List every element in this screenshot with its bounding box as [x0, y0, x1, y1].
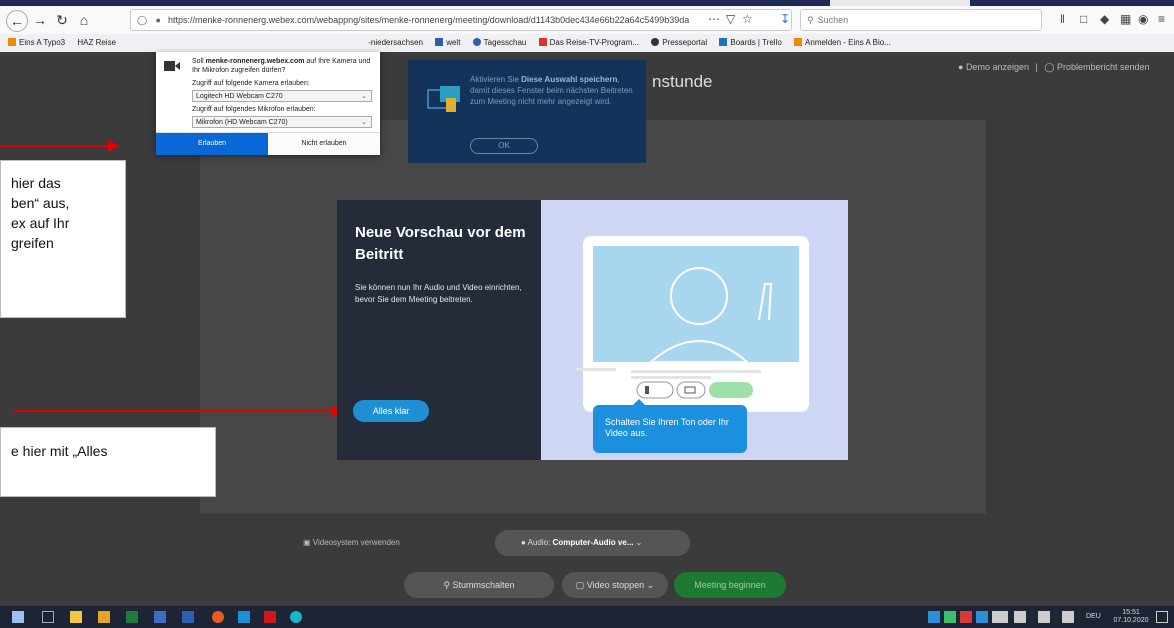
callout-arrow-line	[0, 145, 108, 147]
mic-label: Zugriff auf folgendes Mikrofon erlauben:	[192, 106, 316, 113]
bookmark-item[interactable]: Anmelden - Eins A Bio...	[794, 34, 891, 52]
camera-icon: ▢	[575, 580, 587, 590]
firefox-icon[interactable]	[212, 611, 224, 623]
sidebar-icon[interactable]: □	[1080, 12, 1087, 26]
back-icon[interactable]: ←	[6, 10, 28, 32]
clock-icon: ◯	[1044, 62, 1057, 72]
alles-klar-button[interactable]: Alles klar	[353, 400, 429, 422]
instruction-callout-1: hier das ben“ aus, ex auf Ihr greifen	[0, 160, 126, 318]
bookmark-item[interactable]: Eins A Typo3	[8, 34, 65, 52]
preview-card-text-panel: Neue Vorschau vor dem Beitritt Sie könne…	[337, 200, 541, 460]
forward-icon[interactable]: →	[30, 10, 50, 30]
search-placeholder: Suchen	[817, 15, 849, 25]
pocket-icon[interactable]: ▽	[726, 12, 735, 26]
app-icon[interactable]	[154, 611, 166, 623]
deny-button[interactable]: Nicht erlauben	[268, 133, 380, 155]
more-icon[interactable]: ⋯	[708, 12, 720, 26]
instruction-callout-2: e hier mit „Alles	[0, 427, 216, 497]
windows-taskbar: DEU 15:51 07.10.2020	[0, 606, 1174, 628]
reload-icon[interactable]: ↻	[52, 10, 72, 30]
mute-button[interactable]: ⚲ Stummschalten	[404, 572, 554, 598]
reader-icon[interactable]: ▦	[1120, 12, 1131, 26]
windows-start-icon[interactable]	[12, 611, 24, 623]
save-choice-tooltip: Aktivieren Sie Diese Auswahl speichern, …	[408, 60, 646, 163]
clock[interactable]: 15:51 07.10.2020	[1106, 609, 1156, 625]
bookmark-item[interactable]: Boards | Trello	[719, 34, 782, 52]
stop-video-button[interactable]: ▢ Video stoppen ⌄	[562, 572, 668, 598]
url-bar[interactable]: ◯ ● https://menke-ronnenerg.webex.com/we…	[130, 9, 792, 31]
account-icon[interactable]: ◉	[1138, 12, 1148, 26]
search-input[interactable]: ⚲ Suchen	[800, 9, 1042, 31]
chevron-down-icon: ⌄	[646, 580, 655, 590]
clock-time: 15:51	[1122, 609, 1140, 616]
excel-icon[interactable]	[126, 611, 138, 623]
page-title: nstunde	[652, 72, 713, 91]
camera-select[interactable]: Logitech HD Webcam C270 ⌄	[192, 90, 372, 102]
language-indicator[interactable]: DEU	[1086, 613, 1101, 620]
outlook-icon[interactable]	[182, 611, 194, 623]
bookmarks-bar: Eins A Typo3 HAZ Reise -niedersachsen we…	[0, 34, 1174, 53]
bookmark-item[interactable]: Tagesschau	[472, 34, 526, 52]
separator: |	[1035, 62, 1038, 72]
preview-heading: Neue Vorschau vor dem Beitritt	[355, 224, 526, 263]
system-icons[interactable]	[1014, 611, 1074, 623]
header-links: ● Demo anzeigen | ◯ Problembericht sende…	[958, 62, 1150, 73]
mic-select[interactable]: Mikrofon (HD Webcam C270) ⌄	[192, 116, 372, 128]
menu-icon[interactable]: ≡	[1158, 12, 1165, 26]
audio-select[interactable]: ● Audio: Computer-Audio ve... ⌄	[495, 530, 690, 556]
camera-permission-popup: Soll menke-ronnenerg.webex.com auf Ihre …	[156, 52, 380, 155]
skype-icon[interactable]	[238, 611, 250, 623]
bookmark-item[interactable]: welt	[435, 34, 460, 52]
clock-date: 07.10.2020	[1113, 617, 1149, 624]
mute-video-tooltip: Schalten Sie Ihren Ton oder Ihr Video au…	[593, 399, 747, 453]
start-meeting-button[interactable]: Meeting beginnen	[674, 572, 786, 598]
chevron-down-icon: ⌄	[635, 538, 643, 547]
chevron-down-icon: ⌄	[361, 119, 367, 126]
home-icon[interactable]: ⌂	[74, 10, 94, 30]
camera-label: Zugriff auf folgende Kamera erlauben:	[192, 80, 310, 87]
ok-button[interactable]: OK	[470, 138, 538, 154]
download-icon[interactable]: ↧	[780, 12, 790, 26]
callout-text: e hier mit „Alles	[11, 443, 108, 459]
acrobat-icon[interactable]	[264, 611, 276, 623]
star-icon[interactable]: ☆	[742, 12, 753, 26]
url-text: https://menke-ronnenerg.webex.com/webapp…	[168, 15, 690, 25]
monitor-icon: ▣	[303, 538, 313, 547]
tray-icons[interactable]	[928, 611, 1008, 623]
notification-icon[interactable]	[1156, 611, 1168, 623]
callout-arrow-line	[14, 410, 332, 412]
camera-icon	[164, 61, 180, 71]
file-explorer-icon[interactable]	[70, 611, 82, 623]
info-icon: ●	[958, 62, 966, 72]
tooltip-caret	[633, 399, 645, 405]
webex-icon[interactable]	[290, 611, 302, 623]
search-icon: ⚲	[807, 15, 814, 25]
shield-icon: ◯	[137, 15, 148, 25]
bookmark-item[interactable]: -niedersachsen	[368, 34, 423, 52]
browser-toolbar: ← → ↻ ⌂ ◯ ● https://menke-ronnenerg.webe…	[0, 6, 1174, 35]
preview-body: Sie können nun Ihr Audio und Video einri…	[355, 283, 522, 304]
allow-button[interactable]: Erlauben	[156, 133, 268, 155]
callout-arrow-head	[108, 140, 120, 152]
bookmark-item[interactable]: HAZ Reise	[77, 34, 116, 52]
audio-icon: ●	[521, 538, 528, 547]
permission-message: Soll menke-ronnenerg.webex.com auf Ihre …	[192, 58, 371, 74]
task-view-icon[interactable]	[42, 611, 54, 623]
tooltip-text: Schalten Sie Ihren Ton oder Ihr Video au…	[605, 417, 729, 438]
lock-icon: ●	[155, 15, 161, 25]
dialog-icon	[427, 86, 460, 112]
tooltip-text: Aktivieren Sie Diese Auswahl speichern, …	[470, 75, 633, 106]
permission-buttons: Erlauben Nicht erlauben	[156, 132, 380, 155]
video-system-button[interactable]: ▣ Videosystem verwenden	[303, 538, 400, 547]
bookmark-item[interactable]: Das Reise-TV-Program...	[538, 34, 639, 52]
demo-link[interactable]: Demo anzeigen	[966, 62, 1029, 72]
library-icon[interactable]: ‖	[1060, 12, 1065, 26]
problem-report-link[interactable]: Problembericht senden	[1057, 62, 1150, 72]
callout-text: hier das ben“ aus, ex auf Ihr greifen	[11, 175, 70, 251]
bookmark-item[interactable]: Presseportal	[651, 34, 707, 52]
app-icon[interactable]	[98, 611, 110, 623]
microphone-icon: ⚲	[443, 580, 453, 590]
extension-icon[interactable]: ◆	[1100, 12, 1109, 26]
chevron-down-icon: ⌄	[361, 93, 367, 100]
